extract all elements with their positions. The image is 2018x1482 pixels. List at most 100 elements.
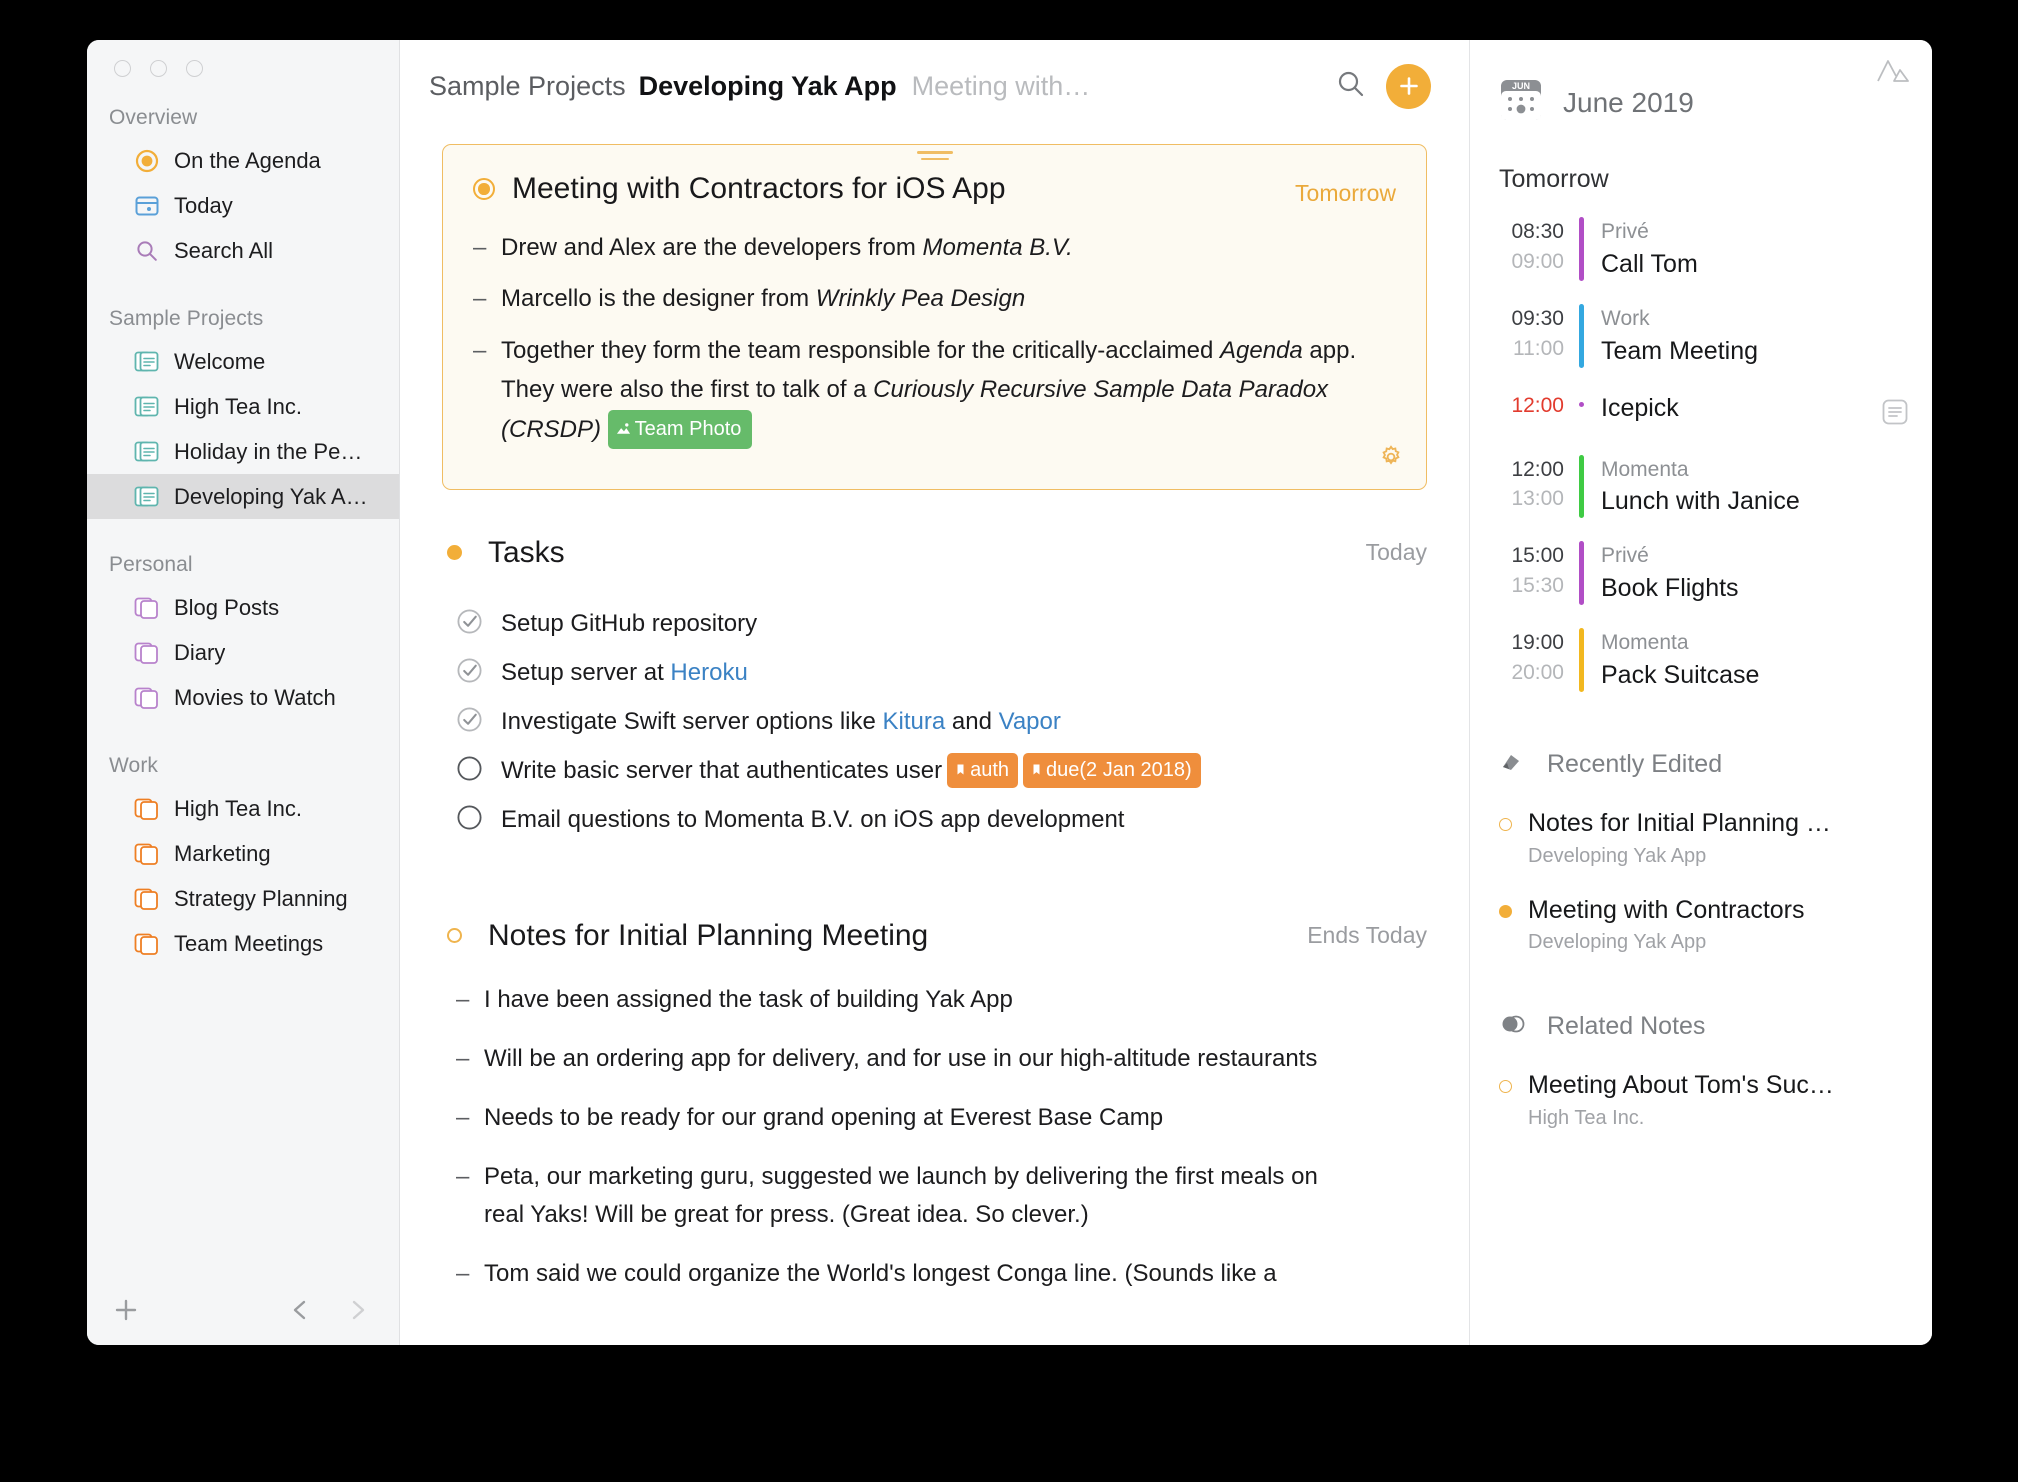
task-link[interactable]: Heroku (670, 659, 747, 686)
event-end-time: 11:00 (1513, 336, 1564, 360)
sidebar-item-search-all[interactable]: Search All (87, 228, 399, 273)
event-body: Work Team Meeting (1601, 304, 1932, 368)
panel-list-item[interactable]: Meeting About Tom's Suc… High Tea Inc. (1470, 1069, 1932, 1130)
sidebar-item-welcome[interactable]: Welcome (87, 339, 399, 384)
task-row[interactable]: Setup GitHub repository (456, 600, 1427, 649)
chevron-right-icon[interactable] (347, 1297, 369, 1328)
note-bullet-text: Together they form the team responsible … (501, 332, 1396, 450)
sidebar-item-strategy-planning[interactable]: Strategy Planning (87, 876, 399, 921)
sidebar-item-blog-posts[interactable]: Blog Posts (87, 585, 399, 630)
panel-list-project: Developing Yak App (1528, 844, 1707, 867)
mountain-icon[interactable] (1876, 57, 1910, 88)
sidebar-item-label: High Tea Inc. (174, 795, 303, 821)
breadcrumb-note[interactable]: Meeting with… (912, 71, 1091, 102)
attachment-tag[interactable]: Team Photo (607, 410, 753, 450)
note-scroll-area[interactable]: Meeting with Contractors for iOS App Tom… (400, 132, 1469, 1345)
event-calendar-name: Momenta (1601, 631, 1689, 655)
breadcrumb-title[interactable]: Developing Yak App (639, 71, 897, 102)
task-checkbox-checked-icon[interactable] (456, 608, 483, 640)
chevron-left-icon[interactable] (289, 1297, 311, 1328)
add-item-button[interactable] (1386, 63, 1431, 109)
planning-note-bullet: – Will be an ordering app for delivery, a… (456, 1040, 1427, 1079)
calendar-event[interactable]: 15:00 15:30 Privé Book Flights (1470, 541, 1932, 606)
note-card-body: – Drew and Alex are the developers from M… (473, 229, 1396, 450)
sidebar-item-label: Team Meetings (174, 930, 324, 956)
task-row[interactable]: Setup server at Heroku (456, 649, 1427, 698)
sidebar-item-label: Blog Posts (174, 594, 280, 620)
sidebar-item-movies-to-watch[interactable]: Movies to Watch (87, 675, 399, 720)
calendar-event[interactable]: 19:00 20:00 Momenta Pack Suitcase (1470, 628, 1932, 693)
event-end-time: 15:30 (1511, 574, 1564, 598)
note-status-bullet (1499, 818, 1512, 832)
add-project-icon[interactable] (113, 1297, 139, 1328)
sidebar-group-title: Overview (109, 106, 198, 129)
notes-stack-icon (134, 394, 160, 420)
folder-stack-icon (134, 841, 160, 867)
task-tag[interactable]: auth (947, 753, 1019, 789)
minimize-button[interactable] (150, 60, 167, 77)
main-content: Sample Projects Developing Yak App Meeti… (400, 40, 1469, 1345)
calendar-event[interactable]: 08:30 09:00 Privé Call Tom (1470, 217, 1932, 281)
sidebar-item-diary[interactable]: Diary (87, 630, 399, 675)
breadcrumb-project[interactable]: Sample Projects (429, 71, 626, 102)
task-row[interactable]: Investigate Swift server options like Ki… (456, 698, 1427, 747)
event-end-time: 13:00 (1511, 487, 1564, 511)
task-row[interactable]: Write basic server that authenticates us… (456, 747, 1427, 796)
drag-handle-icon[interactable] (916, 151, 953, 164)
task-checkbox-icon[interactable] (456, 804, 483, 836)
event-title: Pack Suitcase (1601, 661, 1760, 690)
sidebar-item-high-tea-inc[interactable]: High Tea Inc. (87, 786, 399, 831)
sidebar-item-high-tea-inc[interactable]: High Tea Inc. (87, 384, 399, 429)
right-panel: JUN June 2019 Tomorrow 08:30 09:00 Privé Ca… (1469, 40, 1932, 1345)
agenda-target-icon (134, 148, 160, 174)
event-end-time: 20:00 (1511, 661, 1564, 685)
task-text: Setup server at Heroku (501, 659, 748, 687)
sidebar-item-marketing[interactable]: Marketing (87, 831, 399, 876)
task-list: Setup GitHub repository Setup server at H… (442, 600, 1427, 845)
tasks-status-bullet[interactable] (447, 545, 462, 561)
task-link[interactable]: Vapor (999, 708, 1061, 735)
calendar-event[interactable]: 12:00 13:00 Momenta Lunch with Janice (1470, 454, 1932, 519)
panel-list-item[interactable]: Meeting with Contractors Developing Yak A… (1470, 894, 1932, 955)
event-calendar-name: Work (1601, 306, 1650, 330)
note-card-meeting-with-contractors[interactable]: Meeting with Contractors for iOS App Tom… (442, 144, 1427, 490)
event-body: Momenta Pack Suitcase (1601, 628, 1932, 692)
app-window: Overview On the Agenda Today Search All Samp… (87, 40, 1932, 1345)
task-row[interactable]: Email questions to Momenta B.V. on iOS a… (456, 796, 1427, 845)
folder-stack-icon (134, 931, 160, 957)
sidebar-item-team-meetings[interactable]: Team Meetings (87, 921, 399, 966)
gear-icon[interactable] (1378, 444, 1404, 475)
sidebar-bottom-toolbar (87, 1279, 399, 1345)
sidebar-item-holiday-in-the-pe[interactable]: Holiday in the Pe… (87, 429, 399, 474)
planning-note-text: Tom said we could organize the World's l… (484, 1260, 1277, 1288)
notes-status-bullet[interactable] (447, 928, 462, 944)
panel-list-item[interactable]: Notes for Initial Planning … Developing Y… (1470, 807, 1932, 868)
task-checkbox-checked-icon[interactable] (456, 657, 483, 689)
note-status-bullet (1499, 1080, 1512, 1094)
panel-list-body: Notes for Initial Planning … Developing Y… (1528, 807, 1831, 868)
note-status-bullet[interactable] (473, 178, 495, 200)
calendar-event[interactable]: 09:30 11:00 Work Team Meeting (1470, 303, 1932, 368)
note-icon[interactable] (1880, 391, 1932, 432)
task-tag[interactable]: due(2 Jan 2018) (1023, 753, 1201, 789)
task-link[interactable]: Kitura (883, 708, 946, 735)
sidebar-item-on-the-agenda[interactable]: On the Agenda (87, 138, 399, 183)
zoom-button[interactable] (186, 60, 203, 77)
event-times: 09:30 11:00 (1499, 304, 1579, 368)
sidebar-item-label: Marketing (174, 840, 271, 866)
sidebar-item-today[interactable]: Today (87, 183, 399, 228)
calendar-event[interactable]: 12:00 Icepick (1470, 391, 1932, 432)
bullet-dash: – (473, 285, 487, 313)
folder-stack-icon (134, 640, 160, 666)
sidebar-item-developing-yak-a[interactable]: Developing Yak A… (87, 474, 399, 519)
task-checkbox-checked-icon[interactable] (456, 706, 483, 738)
notes-due: Ends Today (1307, 922, 1427, 949)
event-color-bar (1579, 454, 1584, 519)
bullet-dash: – (473, 337, 487, 365)
event-body: Privé Call Tom (1601, 217, 1932, 281)
search-icon[interactable] (1334, 67, 1386, 106)
task-checkbox-icon[interactable] (456, 755, 483, 787)
close-button[interactable] (114, 60, 131, 77)
event-times: 19:00 20:00 (1499, 628, 1579, 692)
folder-stack-icon (134, 796, 160, 822)
